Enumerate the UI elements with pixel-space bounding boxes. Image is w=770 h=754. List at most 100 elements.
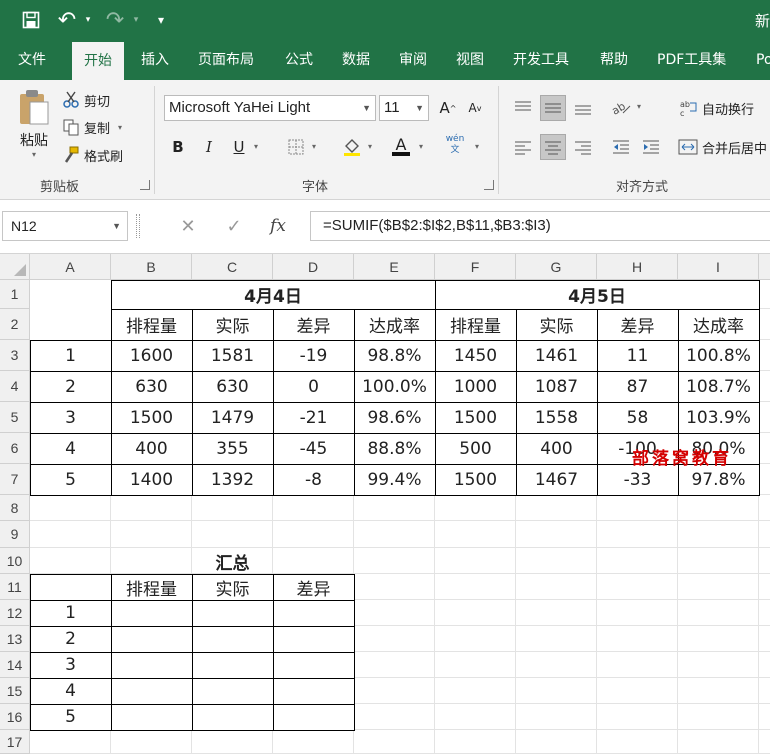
row-header-16[interactable]: 16 [0,704,30,730]
customize-toolbar-icon[interactable]: ▾ [152,8,170,32]
tab-pdf-tools[interactable]: PDF工具集 [645,40,738,80]
phonetic-dropdown-icon[interactable]: ▾ [475,142,479,151]
increase-indent-button[interactable] [638,134,664,160]
row-header-1[interactable]: 1 [0,280,30,309]
wrap-text-button[interactable]: ab c 自动换行 [680,97,754,119]
data-cell[interactable]: 355 [192,433,273,464]
data-cell[interactable]: 58 [597,402,678,433]
tab-developer[interactable]: 开发工具 [501,40,581,80]
align-middle-button[interactable] [540,95,566,121]
redo-dropdown-icon[interactable]: ▾ [130,8,142,32]
summary-id-cell[interactable]: 2 [30,626,111,652]
fill-color-button[interactable] [339,134,365,160]
data-cell[interactable]: 1500 [435,464,516,495]
data-cell[interactable]: 1500 [435,402,516,433]
merge-center-button[interactable]: 合并后居中 [678,136,767,158]
data-cell[interactable]: 88.8% [354,433,435,464]
insert-function-icon[interactable]: fx [266,214,290,238]
row-header-12[interactable]: 12 [0,600,30,626]
data-cell[interactable]: 4 [30,433,111,464]
data-cell[interactable]: 1600 [111,340,192,371]
row-header-10[interactable]: 10 [0,548,30,574]
select-all-button[interactable] [0,254,30,280]
summary-value-cell[interactable] [111,626,192,652]
column-header-a[interactable]: A [30,254,111,280]
row-header-14[interactable]: 14 [0,652,30,678]
cut-button[interactable]: 剪切 [62,89,110,111]
paste-button[interactable]: 粘贴 ▾ [14,88,54,160]
tab-more[interactable]: Po [746,40,770,80]
tab-review[interactable]: 审阅 [387,40,439,80]
row-header-13[interactable]: 13 [0,626,30,652]
data-cell[interactable]: 1500 [111,402,192,433]
cell-a1-merged[interactable] [30,280,111,340]
row-header-11[interactable]: 11 [0,574,30,600]
row-header-7[interactable]: 7 [0,464,30,495]
data-cell[interactable]: 400 [516,433,597,464]
summary-column-label[interactable]: 差异 [273,574,354,600]
column-header-next[interactable] [759,254,770,280]
column-header-c[interactable]: C [192,254,273,280]
summary-corner-cell[interactable] [30,574,111,600]
tab-view[interactable]: 视图 [444,40,496,80]
data-cell[interactable]: 100.8% [678,340,759,371]
borders-dropdown-icon[interactable]: ▾ [312,142,316,151]
data-cell[interactable]: 1479 [192,402,273,433]
column-header-g[interactable]: G [516,254,597,280]
summary-id-cell[interactable]: 5 [30,704,111,730]
tab-insert[interactable]: 插入 [129,40,181,80]
row-header-4[interactable]: 4 [0,371,30,402]
decrease-indent-button[interactable] [608,134,634,160]
summary-value-cell[interactable] [273,600,354,626]
summary-value-cell[interactable] [273,678,354,704]
data-cell[interactable]: -19 [273,340,354,371]
formula-bar-splitter[interactable] [136,214,140,238]
worksheet-grid[interactable]: A B C D E F G H I 1 2 3 4 5 6 7 8 9 10 11 12 13 14 15 16 17 4月4日 4月… [0,254,770,754]
summary-value-cell[interactable] [111,652,192,678]
data-cell[interactable]: 0 [273,371,354,402]
row-header-6[interactable]: 6 [0,433,30,464]
summary-id-cell[interactable]: 1 [30,600,111,626]
summary-value-cell[interactable] [111,704,192,730]
date-header-4-4[interactable]: 4月4日 [111,280,435,309]
data-cell[interactable]: 630 [111,371,192,402]
summary-column-label[interactable]: 排程量 [111,574,192,600]
data-cell[interactable]: 108.7% [678,371,759,402]
align-bottom-button[interactable] [570,95,596,121]
column-label-cell[interactable]: 实际 [516,309,597,340]
undo-icon[interactable]: ↶ [54,8,80,33]
formula-input[interactable]: =SUMIF($B$2:$I$2,B$11,$B3:$I3) [310,211,770,241]
summary-value-cell[interactable] [192,652,273,678]
column-label-cell[interactable]: 达成率 [678,309,759,340]
date-header-4-5[interactable]: 4月5日 [435,280,759,309]
italic-button[interactable]: I [196,134,222,160]
data-cell[interactable]: 1392 [192,464,273,495]
clipboard-launcher-icon[interactable] [140,180,150,190]
enter-icon[interactable]: ✓ [222,214,246,238]
copy-dropdown-icon[interactable]: ▾ [118,123,122,132]
name-box[interactable]: N12 ▼ [2,211,128,241]
summary-value-cell[interactable] [273,652,354,678]
data-cell[interactable]: 1467 [516,464,597,495]
column-header-d[interactable]: D [273,254,354,280]
data-cell[interactable]: 1461 [516,340,597,371]
summary-value-cell[interactable] [273,626,354,652]
row-header-15[interactable]: 15 [0,678,30,704]
summary-value-cell[interactable] [111,600,192,626]
tab-help[interactable]: 帮助 [588,40,640,80]
save-icon[interactable] [18,8,44,32]
data-cell[interactable]: 1087 [516,371,597,402]
data-cell[interactable]: 5 [30,464,111,495]
font-name-select[interactable]: Microsoft YaHei Light ▼ [164,95,376,121]
undo-dropdown-icon[interactable]: ▾ [82,8,94,32]
column-header-i[interactable]: I [678,254,759,280]
data-cell[interactable]: 1581 [192,340,273,371]
align-center-button[interactable] [540,134,566,160]
tab-data[interactable]: 数据 [330,40,382,80]
summary-column-label[interactable]: 实际 [192,574,273,600]
align-left-button[interactable] [510,134,536,160]
summary-title[interactable]: 汇总 [192,548,273,574]
summary-value-cell[interactable] [192,600,273,626]
summary-value-cell[interactable] [111,678,192,704]
grow-font-button[interactable]: A ^ [435,95,461,121]
